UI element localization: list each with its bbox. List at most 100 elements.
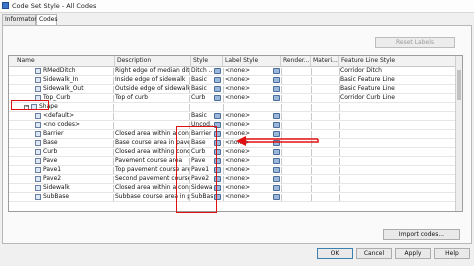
code-item-icon [35, 167, 41, 173]
table-row[interactable]: Pave1 Top pavement course area Pave1 <none> [9, 166, 457, 175]
cell-divider [339, 158, 340, 165]
label-style-picker-icon[interactable] [273, 77, 280, 83]
table-row[interactable]: SubBaseSubbase course area in pav...SubB… [9, 193, 457, 202]
scrollbar-thumb[interactable] [457, 70, 461, 100]
style-picker-icon[interactable] [214, 86, 221, 92]
app-icon [2, 2, 9, 9]
label-style-picker-icon[interactable] [273, 158, 280, 164]
table-row[interactable]: <no codes>Uncod...<none> [9, 121, 457, 130]
row-description [115, 103, 189, 112]
label-style-picker-icon[interactable] [273, 95, 280, 101]
row-feature-line-style [340, 148, 452, 157]
row-name: <no codes> [43, 121, 81, 128]
code-item-icon [35, 158, 41, 164]
row-name: Pave1 [43, 166, 62, 173]
label-style-picker-icon[interactable] [273, 194, 280, 200]
label-style-picker-icon[interactable] [273, 176, 280, 182]
style-picker-icon[interactable] [214, 68, 221, 74]
cell-divider [339, 104, 340, 111]
column-header-style[interactable]: Style [191, 56, 223, 66]
table-row[interactable]: Top_Curb Top of curb Curb <none> Corridor Cu… [9, 94, 457, 103]
column-header-name[interactable]: Name [9, 56, 115, 66]
label-style-picker-icon[interactable] [273, 167, 280, 173]
table-row[interactable]: BaseBase course area in paved s...Base<n… [9, 139, 457, 148]
cell-divider [223, 122, 224, 129]
table-row[interactable]: Pave2Second pavement course are...Pave2<… [9, 175, 457, 184]
table-row[interactable]: Sidewalk_Out Outside edge of sidewalk Basi… [9, 85, 457, 94]
column-header-feature-line-style[interactable]: Feature Line Style [339, 56, 457, 66]
row-style: Curb [191, 94, 206, 101]
style-picker-icon[interactable] [214, 77, 221, 83]
column-header-material[interactable]: Materi... [311, 56, 339, 66]
table-row[interactable]: SidewalkClosed area within a concre...Si… [9, 184, 457, 193]
row-feature-line-style [340, 103, 452, 112]
row-label-style: <none> [225, 76, 251, 83]
column-header-description[interactable]: Description [115, 56, 191, 66]
column-header-render-material[interactable]: Render... [281, 56, 311, 66]
cell-divider [281, 104, 282, 111]
cell-divider [113, 176, 114, 183]
cell-divider [339, 68, 340, 75]
style-picker-icon[interactable] [214, 95, 221, 101]
cell-divider [311, 95, 312, 102]
code-item-icon [35, 149, 41, 155]
row-name: Pave [43, 157, 58, 164]
row-label-style: <none> [225, 94, 251, 101]
vertical-scrollbar[interactable] [455, 56, 462, 211]
cell-divider [281, 77, 282, 84]
style-picker-icon[interactable] [214, 113, 221, 119]
row-feature-line-style [340, 112, 452, 121]
row-label-style: <none> [225, 193, 251, 200]
cell-divider [281, 158, 282, 165]
cell-divider [113, 122, 114, 129]
column-header-label-style[interactable]: Label Style [223, 56, 281, 66]
code-item-icon [35, 113, 41, 119]
row-feature-line-style [340, 130, 452, 139]
cell-divider [281, 185, 282, 192]
row-feature-line-style [340, 157, 452, 166]
cell-divider [113, 149, 114, 156]
label-style-picker-icon[interactable] [273, 68, 280, 74]
cell-divider [281, 122, 282, 129]
code-item-icon [35, 140, 41, 146]
label-style-picker-icon[interactable] [273, 113, 280, 119]
tab-information[interactable]: Informaton [2, 14, 38, 25]
cancel-button[interactable]: Cancel [356, 248, 392, 259]
table-row[interactable]: − Shape [9, 103, 457, 112]
cell-divider [311, 176, 312, 183]
label-style-picker-icon[interactable] [273, 185, 280, 191]
cell-divider [113, 140, 114, 147]
table-row[interactable]: <default> Basic <none> [9, 112, 457, 121]
label-style-picker-icon[interactable] [273, 122, 280, 128]
code-item-icon [35, 176, 41, 182]
cell-divider [113, 68, 114, 75]
row-feature-line-style [340, 184, 452, 193]
row-label-style [225, 103, 255, 112]
help-button[interactable]: Help [434, 248, 470, 259]
cell-divider [281, 95, 282, 102]
apply-button[interactable]: Apply [395, 248, 431, 259]
cell-divider [339, 77, 340, 84]
row-name: Barrier [43, 130, 64, 137]
cell-divider [113, 194, 114, 201]
code-item-icon [35, 194, 41, 200]
reset-labels-button[interactable]: Reset Labels [375, 37, 455, 48]
cell-divider [311, 167, 312, 174]
code-item-icon [35, 131, 41, 137]
tab-codes[interactable]: Codes [36, 14, 58, 25]
table-row[interactable]: RMedDitch Right edge of median ditch Ditch… [9, 67, 457, 76]
label-style-picker-icon[interactable] [273, 86, 280, 92]
table-row[interactable]: BarrierClosed area within a concr...Barr… [9, 130, 457, 139]
row-name: Sidewalk [43, 184, 70, 191]
row-label-style: <none> [225, 148, 251, 155]
label-style-picker-icon[interactable] [273, 149, 280, 155]
table-row[interactable]: Pave Pavement course area Pave <none> [9, 157, 457, 166]
cell-divider [311, 122, 312, 129]
ok-button[interactable]: OK [317, 248, 353, 259]
table-row[interactable]: Sidewalk_In Inside edge of sidewalk Basic <… [9, 76, 457, 85]
cell-divider [189, 77, 190, 84]
table-row[interactable]: CurbClosed area withing concre...Curb<no… [9, 148, 457, 157]
cell-divider [311, 149, 312, 156]
cell-divider [223, 131, 224, 138]
import-codes-button[interactable]: Import codes... [383, 229, 460, 240]
